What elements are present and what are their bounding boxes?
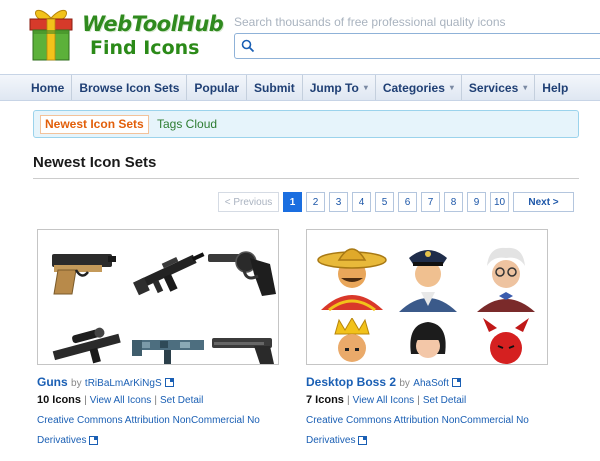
page-8-button[interactable]: 8 (444, 192, 463, 212)
woman-icon (410, 322, 446, 358)
meta-separator: | (346, 395, 350, 406)
nav-item-label: Jump To (309, 80, 359, 95)
site-logo-subtitle[interactable]: Find Icons (90, 37, 199, 59)
nav-item-browse-icon-sets[interactable]: Browse Icon Sets (72, 75, 188, 100)
revolver-icon (208, 251, 276, 296)
external-link-icon[interactable] (89, 435, 99, 445)
license-text-line1[interactable]: Creative Commons Attribution NonCommerci… (306, 415, 529, 426)
nav-item-categories[interactable]: Categories ▾ (376, 75, 462, 100)
page-3-button[interactable]: 3 (329, 192, 348, 212)
author-link[interactable]: AhaSoft (413, 378, 449, 389)
subtab-bar: Newest Icon Sets Tags Cloud (33, 110, 579, 138)
nav-item-home[interactable]: Home (0, 75, 73, 100)
nav-item-label: Categories (382, 80, 445, 95)
nav-item-help[interactable]: Help (535, 75, 575, 100)
nav-item-submit[interactable]: Submit (247, 75, 303, 100)
search-caption: Search thousands of free professional qu… (234, 15, 506, 29)
site-logo-title[interactable]: WebToolHub (82, 12, 224, 36)
site-header: WebToolHub Find Icons Search thousands o… (0, 0, 600, 74)
pistol-icon (52, 254, 116, 295)
license-link[interactable]: Creative Commons Attribution NonCommerci… (37, 411, 287, 451)
main-nav: Home Browse Icon Sets Popular Submit Jump To… (0, 74, 600, 101)
icon-set-meta: 10 Icons | View All Icons | Set Detail (37, 394, 281, 406)
assault-rifle-icon (133, 252, 205, 296)
meta-separator: | (417, 395, 420, 406)
tab-tags-cloud[interactable]: Tags Cloud (157, 116, 217, 133)
nav-item-label: Help (542, 80, 569, 95)
previous-page-button[interactable]: < Previous (218, 192, 279, 212)
page-10-button[interactable]: 10 (490, 192, 509, 212)
handgun-icon (212, 338, 274, 364)
page-4-button[interactable]: 4 (352, 192, 371, 212)
sombrero-man-icon (317, 248, 387, 312)
external-link-icon[interactable] (358, 435, 368, 445)
police-officer-icon (399, 250, 457, 312)
devil-icon (483, 318, 529, 364)
page-1-button[interactable]: 1 (283, 192, 302, 212)
icon-count: 7 Icons (306, 394, 344, 406)
icon-set-name[interactable]: Desktop Boss 2 (306, 375, 396, 389)
nav-item-popular[interactable]: Popular (187, 75, 248, 100)
section-divider (33, 178, 579, 179)
set-detail-link[interactable]: Set Detail (423, 395, 466, 406)
icon-set-card: Desktop Boss 2 by AhaSoft 7 Icons | View… (306, 229, 550, 451)
scoped-rifle-icon (52, 327, 121, 364)
pagination: < Previous 1 2 3 4 5 6 7 8 9 10 Next > (218, 192, 574, 212)
chevron-down-icon: ▾ (523, 83, 528, 92)
meta-separator: | (154, 395, 157, 406)
view-all-icons-link[interactable]: View All Icons (90, 395, 152, 406)
next-page-button[interactable]: Next > (513, 192, 574, 212)
page-7-button[interactable]: 7 (421, 192, 440, 212)
icon-set-title-row: Desktop Boss 2 by AhaSoft (306, 375, 550, 389)
page-6-button[interactable]: 6 (398, 192, 417, 212)
icon-set-name[interactable]: Guns (37, 375, 68, 389)
section-title: Newest Icon Sets (33, 154, 157, 171)
nav-item-label: Submit (254, 80, 295, 95)
license-text-line2[interactable]: Derivatives (37, 435, 86, 446)
author-by-label: by (399, 378, 410, 389)
icon-set-meta: 7 Icons | View All Icons | Set Detail (306, 394, 550, 406)
nav-item-label: Services (468, 80, 519, 95)
chevron-down-icon: ▾ (449, 83, 454, 92)
icon-set-card: Guns by tRiBaLmArKiNgS 10 Icons | View A… (37, 229, 281, 451)
camo-rifle-icon (132, 340, 204, 364)
search-box[interactable] (234, 33, 600, 59)
search-icon (241, 39, 255, 53)
search-input[interactable] (261, 37, 591, 55)
nav-item-label: Home (31, 80, 65, 95)
icon-set-preview[interactable] (37, 229, 279, 365)
view-all-icons-link[interactable]: View All Icons (353, 395, 415, 406)
tab-newest-icon-sets[interactable]: Newest Icon Sets (40, 115, 149, 134)
icon-count: 10 Icons (37, 394, 82, 406)
nav-item-services[interactable]: Services ▾ (462, 75, 536, 100)
nav-item-label: Popular (194, 80, 240, 95)
external-link-icon[interactable] (451, 378, 461, 388)
author-by-label: by (71, 378, 82, 389)
nav-item-label: Browse Icon Sets (79, 80, 180, 95)
license-link[interactable]: Creative Commons Attribution NonCommerci… (306, 411, 556, 451)
license-text-line2[interactable]: Derivatives (306, 435, 355, 446)
nav-item-jump-to[interactable]: Jump To ▾ (303, 75, 376, 100)
icon-set-title-row: Guns by tRiBaLmArKiNgS (37, 375, 281, 389)
professor-icon (477, 247, 535, 312)
page-5-button[interactable]: 5 (375, 192, 394, 212)
meta-separator: | (84, 395, 87, 406)
chevron-down-icon: ▾ (363, 83, 368, 92)
icon-set-preview[interactable] (306, 229, 548, 365)
license-text-line1[interactable]: Creative Commons Attribution NonCommerci… (37, 415, 260, 426)
page-2-button[interactable]: 2 (306, 192, 325, 212)
king-icon (334, 318, 370, 362)
set-detail-link[interactable]: Set Detail (160, 395, 203, 406)
external-link-icon[interactable] (164, 378, 174, 388)
gift-box-icon[interactable] (26, 4, 76, 62)
page-9-button[interactable]: 9 (467, 192, 486, 212)
author-link[interactable]: tRiBaLmArKiNgS (85, 378, 162, 389)
